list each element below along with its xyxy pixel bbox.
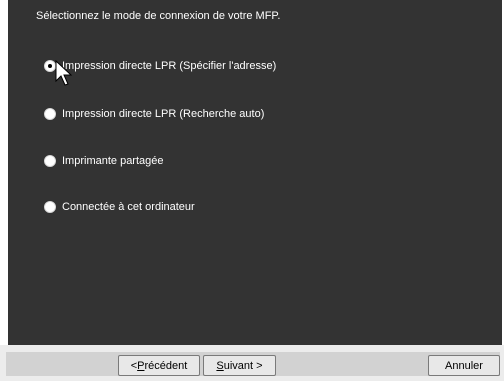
option-lpr-auto-search[interactable]: Impression directe LPR (Recherche auto) [44,106,264,122]
next-mnemonic: S [216,359,224,372]
instruction-text: Sélectionnez le mode de connexion de vot… [36,10,281,22]
button-bar: < Précédent Suivant > Annuler [0,345,504,381]
previous-button[interactable]: < Précédent [118,355,200,376]
option-label: Impression directe LPR (Recherche auto) [62,108,265,120]
radio-lpr-specify-address[interactable] [44,60,56,72]
option-label: Imprimante partagée [62,155,164,167]
radio-lpr-auto-search[interactable] [44,108,56,120]
option-lpr-specify-address[interactable]: Impression directe LPR (Spécifier l'adre… [44,58,276,74]
radio-connected-to-computer[interactable] [44,201,56,213]
content-panel: Sélectionnez le mode de connexion de vot… [8,0,502,345]
radio-shared-printer[interactable] [44,155,56,167]
option-label: Connectée à cet ordinateur [62,201,195,213]
connection-wizard: Sélectionnez le mode de connexion de vot… [0,0,504,381]
previous-label-rest: récédent [144,359,188,372]
option-shared-printer[interactable]: Imprimante partagée [44,153,164,169]
previous-mnemonic: P [137,359,145,372]
option-label: Impression directe LPR (Spécifier l'adre… [62,60,277,72]
next-label-rest: uivant > [223,359,263,372]
cancel-button[interactable]: Annuler [428,355,500,376]
cancel-label: Annuler [445,359,483,372]
option-connected-to-computer[interactable]: Connectée à cet ordinateur [44,199,195,215]
next-button[interactable]: Suivant > [203,355,276,376]
